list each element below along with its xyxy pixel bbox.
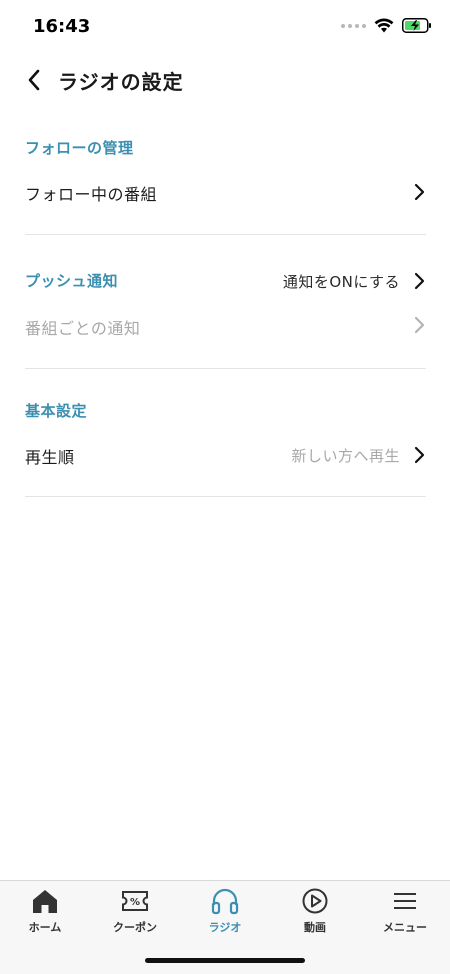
- push-notification-value: 通知をONにする: [282, 273, 400, 291]
- playback-order-label: 再生順: [25, 448, 75, 467]
- chevron-right-icon: [414, 316, 425, 334]
- tab-radio[interactable]: ラジオ: [180, 887, 270, 939]
- tab-label: 動画: [304, 921, 326, 934]
- wifi-icon: [374, 18, 394, 33]
- tab-menu[interactable]: メニュー: [360, 887, 450, 939]
- page-title: ラジオの設定: [58, 70, 184, 94]
- tab-home[interactable]: ホーム: [0, 887, 90, 939]
- coupon-icon: %: [120, 887, 150, 915]
- chevron-right-icon: [414, 183, 425, 201]
- status-icons: [341, 18, 432, 33]
- divider: [25, 496, 426, 497]
- status-time: 16:43: [33, 16, 91, 37]
- tab-label: メニュー: [383, 921, 427, 934]
- tab-label: ラジオ: [208, 921, 242, 934]
- headphones-icon: [210, 887, 240, 915]
- home-icon: [30, 887, 60, 915]
- tab-label: クーポン: [113, 921, 157, 934]
- followed-programs-label: フォロー中の番組: [25, 185, 158, 204]
- divider: [25, 234, 426, 235]
- battery-charging-icon: [402, 18, 431, 33]
- tab-coupon[interactable]: % クーポン: [90, 887, 180, 939]
- section-title-basic: 基本設定: [25, 402, 88, 420]
- chevron-right-icon: [414, 272, 425, 290]
- status-bar: 16:43: [0, 0, 450, 56]
- svg-text:%: %: [130, 897, 140, 908]
- chevron-right-icon: [414, 446, 425, 464]
- divider: [25, 368, 426, 369]
- chevron-left-icon: [28, 69, 40, 91]
- per-program-notification-label: 番組ごとの通知: [25, 319, 141, 338]
- tab-label: ホーム: [28, 921, 62, 934]
- play-circle-icon: [300, 887, 330, 915]
- section-title-follow: フォローの管理: [25, 139, 134, 157]
- back-button[interactable]: [20, 66, 48, 94]
- tab-video[interactable]: 動画: [270, 887, 360, 939]
- nav-header: ラジオの設定: [0, 56, 450, 104]
- home-indicator: [145, 958, 305, 963]
- cellular-signal-icon: [341, 23, 366, 28]
- playback-order-value: 新しい方へ再生: [291, 447, 400, 465]
- menu-icon: [390, 887, 420, 915]
